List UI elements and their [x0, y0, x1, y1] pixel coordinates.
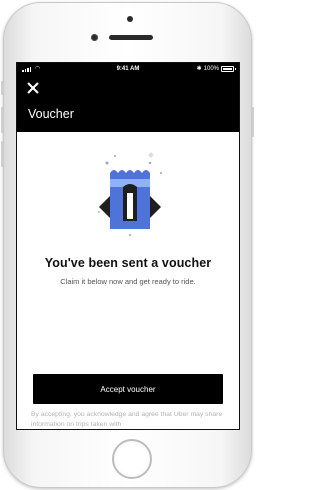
- phone-screen: ◠ 9:41 AM ✱ 100% Voucher You've been sen…: [16, 62, 240, 430]
- battery-percent: 100%: [203, 65, 219, 72]
- voucher-headline: You've been sent a voucher: [44, 256, 212, 270]
- sensor-dot: [127, 16, 133, 22]
- voucher-ticket-illustration: [87, 151, 177, 241]
- power-button: [252, 107, 254, 137]
- voucher-subline: Claim it below now and get ready to ride…: [60, 277, 196, 286]
- page-title: Voucher: [28, 107, 74, 121]
- header-bar: Voucher: [17, 76, 239, 132]
- accept-voucher-button[interactable]: Accept voucher: [33, 374, 223, 404]
- status-right: ✱ 100%: [196, 65, 236, 72]
- status-bar: ◠ 9:41 AM ✱ 100%: [17, 63, 239, 76]
- legal-disclaimer: By accepting, you acknowledge and agree …: [31, 411, 223, 428]
- home-button[interactable]: [112, 439, 152, 479]
- bluetooth-icon: ✱: [196, 66, 202, 72]
- earpiece-speaker: [109, 35, 153, 40]
- volume-up-button: [1, 107, 3, 133]
- close-icon[interactable]: [25, 80, 41, 96]
- mute-switch: [1, 81, 3, 95]
- front-camera: [91, 34, 98, 41]
- volume-down-button: [1, 141, 3, 167]
- battery-icon: [221, 65, 236, 72]
